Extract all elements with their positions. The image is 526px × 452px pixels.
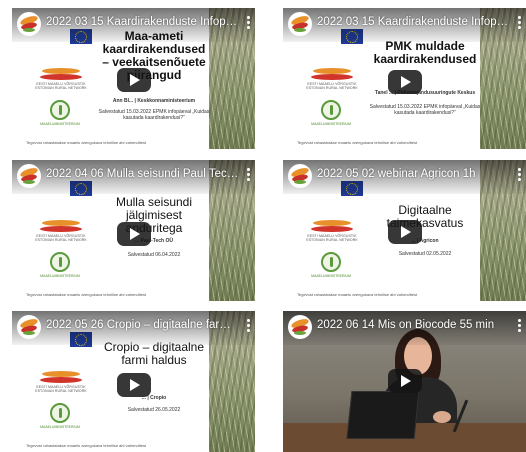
video-grid: EESTI MAAELU VÕRGUSTIK ESTONIAN RURAL NET…	[0, 0, 526, 452]
ministry-logo	[321, 252, 341, 272]
ministry-caption: MAAELUMINISTEERIUM	[40, 122, 80, 126]
slide-footnote: Tegevust rahastatakse maaelu arengukava …	[26, 140, 147, 145]
video-title[interactable]: 2022 03 15 Kaardirakenduste Infopaev	[46, 14, 239, 30]
video-card[interactable]: EESTI MAAELU VÕRGUSTIK ESTONIAN RURAL NET…	[12, 311, 255, 452]
rural-network-logo: EESTI MAAELU VÕRGUSTIK ESTONIAN RURAL NET…	[305, 218, 359, 244]
slide-footnote: Tegevust rahastatakse maaelu arengukava …	[26, 443, 147, 448]
channel-avatar[interactable]	[288, 315, 312, 339]
video-title[interactable]: 2022 05 26 Cropio – digitaalne farmi h..…	[46, 317, 239, 333]
slide-date: Salvestatud 26.05.2022	[127, 407, 181, 413]
speaker-hand	[433, 411, 451, 423]
rural-network-logo: EESTI MAAELU VÕRGUSTIK ESTONIAN RURAL NET…	[34, 66, 88, 92]
channel-avatar[interactable]	[288, 12, 312, 36]
play-button[interactable]	[117, 373, 151, 397]
slide-footnote: Tegevust rahastatakse maaelu arengukava …	[26, 292, 147, 297]
slide-presenter: Tanel ... | Põllumajandusuuringute Kesku…	[374, 90, 476, 96]
ministry-logo	[321, 100, 341, 120]
slide-heading: PMK muldade kaardirakendused	[373, 39, 477, 66]
ministry-caption: MAAELUMINISTEERIUM	[311, 122, 351, 126]
rural-network-logo: EESTI MAAELU VÕRGUSTIK ESTONIAN RURAL NET…	[34, 218, 88, 244]
video-title[interactable]: 2022 03 15 Kaardirakenduste Infopaev...	[317, 14, 510, 30]
slide-presenter: Ann Bl... | Keskkonnaministeerium	[112, 98, 196, 104]
ministry-logo	[50, 100, 70, 120]
slide-footnote: Tegevust rahastatakse maaelu arengukava …	[297, 140, 418, 145]
play-button[interactable]	[117, 68, 151, 92]
channel-avatar[interactable]	[17, 315, 41, 339]
play-button[interactable]	[388, 70, 422, 94]
video-card[interactable]: EESTI MAAELU VÕRGUSTIK ESTONIAN RURAL NET…	[283, 8, 526, 149]
more-options-icon[interactable]	[246, 168, 250, 182]
ministry-caption: MAAELUMINISTEERIUM	[40, 425, 80, 429]
more-options-icon[interactable]	[517, 168, 521, 182]
slide-presenter: ... | Agricon	[411, 238, 439, 244]
video-card[interactable]: EESTI MAAELU VÕRGUSTIK ESTONIAN RURAL NET…	[12, 8, 255, 149]
slide-date: Salvestatud 02.05.2022	[398, 251, 452, 257]
more-options-icon[interactable]	[246, 16, 250, 30]
video-title[interactable]: 2022 04 06 Mulla seisundi Paul Tech 3...	[46, 166, 239, 182]
more-options-icon[interactable]	[517, 319, 521, 333]
channel-avatar[interactable]	[17, 164, 41, 188]
rural-network-logo: EESTI MAAELU VÕRGUSTIK ESTONIAN RURAL NET…	[305, 66, 359, 92]
ministry-logo	[50, 252, 70, 272]
slide-footnote: Tegevust rahastatakse maaelu arengukava …	[297, 292, 418, 297]
play-button[interactable]	[117, 222, 151, 246]
slide-date: Salvestatud 06.04.2022	[127, 252, 181, 258]
slide-date: Salvestatud 15.03.2022 EPMK infopäeval „…	[98, 109, 210, 121]
more-options-icon[interactable]	[246, 319, 250, 333]
slide-presenter: ... Paul-Tech OÜ	[135, 238, 173, 244]
slide-date: Salvestatud 15.03.2022 EPMK infopäeval „…	[369, 104, 481, 116]
video-title[interactable]: 2022 05 02 webinar Agricon 1h	[317, 166, 510, 182]
channel-avatar[interactable]	[17, 12, 41, 36]
play-button[interactable]	[388, 220, 422, 244]
video-card[interactable]: EESTI MAAELU VÕRGUSTIK ESTONIAN RURAL NET…	[12, 160, 255, 301]
slide-heading: Mulla seisundi jälgimisest anduritega	[115, 195, 193, 235]
play-button[interactable]	[388, 369, 422, 393]
ministry-caption: MAAELUMINISTEERIUM	[40, 274, 80, 278]
slide-presenter: ... | Cropio	[141, 395, 167, 401]
laptop	[346, 391, 420, 439]
video-card[interactable]: 2022 06 14 Mis on Biocode 55 min	[283, 311, 526, 452]
video-card[interactable]: EESTI MAAELU VÕRGUSTIK ESTONIAN RURAL NET…	[283, 160, 526, 301]
video-title[interactable]: 2022 06 14 Mis on Biocode 55 min	[317, 317, 510, 333]
ministry-logo	[50, 403, 70, 423]
channel-avatar[interactable]	[288, 164, 312, 188]
slide-heading: Digitaalne taimekasvatus	[386, 203, 464, 230]
more-options-icon[interactable]	[517, 16, 521, 30]
ministry-caption: MAAELUMINISTEERIUM	[311, 274, 351, 278]
rural-network-logo: EESTI MAAELU VÕRGUSTIK ESTONIAN RURAL NET…	[34, 369, 88, 395]
